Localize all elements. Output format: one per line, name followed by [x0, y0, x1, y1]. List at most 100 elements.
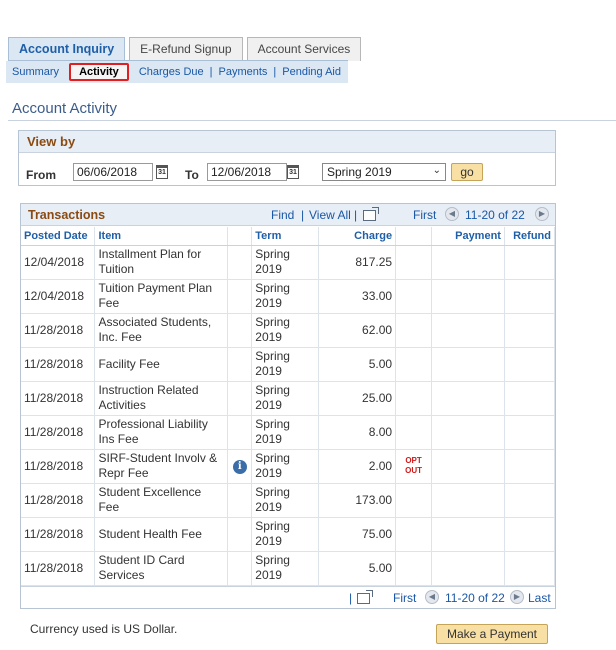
info-icon[interactable]: i [232, 460, 247, 474]
chevron-left-icon[interactable]: ◀ [425, 590, 439, 604]
subnav-charges-due[interactable]: Charges Due [133, 66, 210, 78]
opt-out-link[interactable]: OPT OUT [399, 456, 428, 476]
refund-cell [504, 517, 556, 552]
table-header-row: Posted Date Item Term Charge Payment Ref… [21, 227, 556, 246]
payment-cell [431, 313, 505, 348]
info-cell [227, 415, 253, 450]
info-cell [227, 347, 253, 382]
item-cell: Facility Fee [94, 347, 229, 382]
table-row: 11/28/2018 Professional Liability Ins Fe… [21, 415, 556, 450]
opt-cell [395, 279, 433, 314]
payment-cell [431, 245, 505, 280]
item-cell: Professional Liability Ins Fee [94, 415, 229, 450]
row-range: 11-20 of 22 [465, 208, 525, 222]
find-link[interactable]: Find [271, 208, 294, 222]
subnav-activity[interactable]: Activity [69, 63, 129, 81]
subnav-pending-aid[interactable]: Pending Aid [276, 66, 347, 78]
table-row: 11/28/2018 SIRF-Student Involv & Repr Fe… [21, 449, 556, 484]
charge-cell: 8.00 [318, 415, 397, 450]
term-cell: Spring 2019 [251, 517, 320, 552]
table-row: 12/04/2018 Installment Plan for Tuition … [21, 245, 556, 280]
tab-e-refund-signup[interactable]: E-Refund Signup [129, 37, 243, 61]
col-term: Term [251, 227, 320, 246]
opt-cell [395, 347, 433, 382]
chevron-right-icon[interactable]: ▶ [510, 590, 524, 604]
tab-account-services[interactable]: Account Services [246, 37, 362, 61]
info-cell [227, 517, 253, 552]
item-cell: Student ID Card Services [94, 551, 229, 586]
zoom-icon[interactable] [363, 207, 379, 221]
term-cell: Spring 2019 [251, 449, 320, 484]
term-cell: Spring 2019 [251, 415, 320, 450]
transactions-table: Posted Date Item Term Charge Payment Ref… [21, 227, 556, 586]
opt-cell [395, 381, 433, 416]
item-cell: Associated Students, Inc. Fee [94, 313, 229, 348]
charge-cell: 25.00 [318, 381, 397, 416]
term-select-value: Spring 2019 [327, 165, 392, 179]
grid-footer: | First ◀ 11-20 of 22 ▶ Last [21, 586, 555, 608]
calendar-icon[interactable]: 31 [156, 165, 168, 179]
view-by-panel: View by From 31 To 31 Spring 2019 ⌄ go [18, 130, 556, 186]
term-cell: Spring 2019 [251, 551, 320, 586]
make-payment-button[interactable]: Make a Payment [436, 624, 548, 644]
transactions-title: Transactions [28, 208, 106, 222]
title-divider [8, 120, 616, 121]
col-posted-date: Posted Date [21, 227, 96, 246]
nav-separator: | [349, 591, 353, 605]
first-link[interactable]: First [413, 208, 436, 222]
go-button[interactable]: go [451, 163, 483, 181]
payment-cell [431, 347, 505, 382]
term-cell: Spring 2019 [251, 381, 320, 416]
item-cell: SIRF-Student Involv & Repr Fee [94, 449, 229, 484]
info-cell [227, 279, 253, 314]
table-row: 11/28/2018 Student Health Fee Spring 201… [21, 517, 556, 552]
opt-cell [395, 245, 433, 280]
col-refund: Refund [504, 227, 556, 246]
grid-header: Transactions Find | View All | First ◀ 1… [21, 204, 555, 226]
term-cell: Spring 2019 [251, 313, 320, 348]
table-row: 11/28/2018 Instruction Related Activitie… [21, 381, 556, 416]
zoom-icon[interactable] [357, 590, 373, 604]
last-link[interactable]: Last [528, 591, 551, 605]
view-all-link[interactable]: View All [309, 208, 351, 222]
subnav-payments[interactable]: Payments [213, 66, 274, 78]
refund-cell [504, 381, 556, 416]
col-item: Item [94, 227, 229, 246]
refund-cell [504, 551, 556, 586]
charge-cell: 173.00 [318, 483, 397, 518]
tab-account-inquiry[interactable]: Account Inquiry [8, 37, 126, 61]
payment-cell [431, 381, 505, 416]
subnav-summary[interactable]: Summary [6, 66, 65, 78]
term-cell: Spring 2019 [251, 347, 320, 382]
from-label: From [26, 168, 56, 182]
chevron-down-icon: ⌄ [432, 165, 441, 176]
refund-cell [504, 415, 556, 450]
term-select[interactable]: Spring 2019 ⌄ [322, 163, 446, 181]
posted-date-cell: 11/28/2018 [21, 449, 96, 484]
currency-note: Currency used is US Dollar. [30, 622, 178, 636]
charge-cell: 33.00 [318, 279, 397, 314]
from-date-input[interactable] [73, 163, 153, 181]
chevron-left-icon[interactable]: ◀ [445, 207, 459, 221]
first-link[interactable]: First [393, 591, 416, 605]
item-cell: Instruction Related Activities [94, 381, 229, 416]
sub-navigation: Summary Activity Charges Due | Payments … [6, 61, 348, 83]
chevron-right-icon[interactable]: ▶ [535, 207, 549, 221]
opt-cell [395, 517, 433, 552]
payment-cell [431, 279, 505, 314]
info-cell [227, 551, 253, 586]
term-cell: Spring 2019 [251, 245, 320, 280]
calendar-icon[interactable]: 31 [287, 165, 299, 179]
charge-cell: 5.00 [318, 551, 397, 586]
table-row: 12/04/2018 Tuition Payment Plan Fee Spri… [21, 279, 556, 314]
nav-separator: | [354, 208, 358, 222]
posted-date-cell: 11/28/2018 [21, 517, 96, 552]
to-label: To [185, 168, 199, 182]
charge-cell: 62.00 [318, 313, 397, 348]
item-cell: Tuition Payment Plan Fee [94, 279, 229, 314]
nav-separator: | [301, 208, 305, 222]
to-date-input[interactable] [207, 163, 287, 181]
posted-date-cell: 11/28/2018 [21, 347, 96, 382]
top-tabs: Account Inquiry E-Refund Signup Account … [8, 37, 365, 61]
view-by-filters: From 31 To 31 Spring 2019 ⌄ go [19, 163, 555, 183]
